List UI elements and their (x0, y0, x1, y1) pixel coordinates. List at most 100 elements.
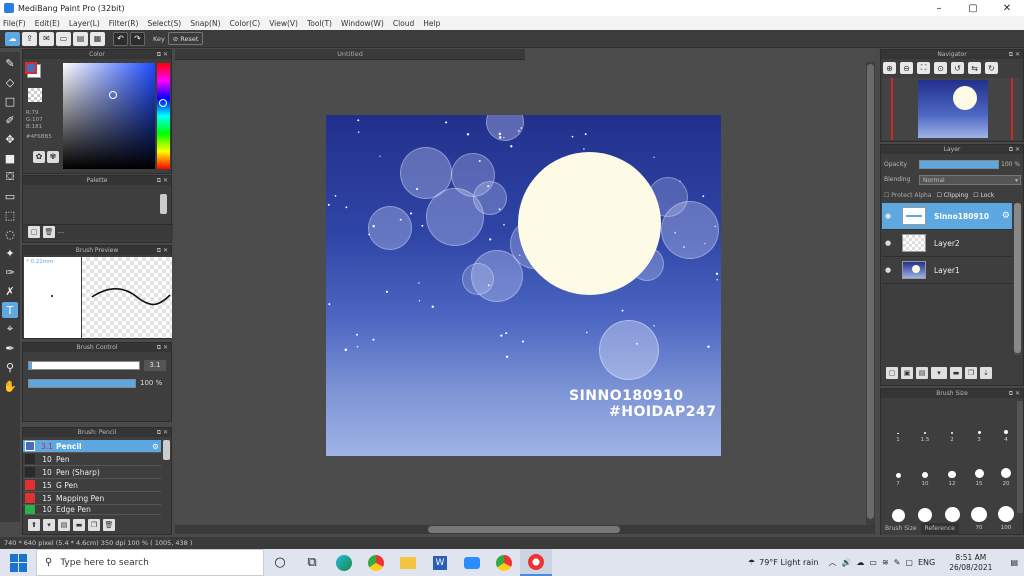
comment-icon[interactable]: ✉ (39, 31, 54, 46)
brush-item-pen[interactable]: 10 Pen (23, 453, 161, 466)
menu-edit[interactable]: Edit(E) (35, 19, 60, 28)
notifications-icon[interactable]: ▤ (1010, 558, 1018, 567)
eraser-tool-icon[interactable]: ◇ (2, 74, 18, 90)
panel-close-icon[interactable]: ⧉ ✕ (157, 428, 168, 437)
protect-alpha-checkbox[interactable]: ☐ Protect Alpha (884, 192, 931, 199)
folder-icon[interactable]: ▬ (73, 519, 85, 531)
duplicate-layer-icon[interactable]: ❐ (965, 367, 977, 379)
canvas-horizontal-scroll-thumb[interactable] (428, 526, 620, 533)
brush-item-pencil[interactable]: 3.1 Pencil ⚙ (23, 440, 161, 453)
new-halftone-layer-icon[interactable]: ▣ (901, 367, 913, 379)
rotate-right-icon[interactable]: ↻ (985, 62, 998, 74)
menu-file[interactable]: File(F) (3, 19, 26, 28)
reset-button[interactable]: ⊘ Reset (167, 32, 204, 45)
menu-filter[interactable]: Filter(R) (109, 19, 139, 28)
artwork-canvas[interactable]: SINNO180910 #HOIDAP247 (326, 115, 721, 456)
new-8bit-layer-icon[interactable]: ▤ (916, 367, 928, 379)
close-button[interactable]: ✕ (990, 0, 1024, 16)
menu-color[interactable]: Color(C) (230, 19, 261, 28)
panel-close-icon[interactable]: ⧉ ✕ (1009, 50, 1020, 59)
zoom-icon[interactable] (456, 549, 488, 576)
gear-icon[interactable]: ⚙ (1002, 211, 1010, 221)
layer-opacity-slider[interactable] (919, 160, 999, 169)
clock[interactable]: 8:51 AM 26/08/2021 (949, 553, 992, 573)
bucket-tool-icon[interactable]: ⛋ (2, 169, 18, 185)
menu-tool[interactable]: Tool(T) (307, 19, 332, 28)
panel-close-icon[interactable]: ⧉ ✕ (157, 343, 168, 352)
dot-tool-icon[interactable]: ✐ (2, 112, 18, 128)
rotate-left-icon[interactable]: ↺ (951, 62, 964, 74)
palette-scroll-thumb[interactable] (160, 194, 167, 214)
brush-size-cell[interactable]: 20 (993, 445, 1019, 489)
cloud-icon[interactable]: ☁ (5, 31, 20, 46)
delete-brush-icon[interactable]: 🗑 (103, 519, 115, 531)
folder-icon[interactable]: ▬ (950, 367, 962, 379)
medibang-icon[interactable] (520, 549, 552, 576)
panel-close-icon[interactable]: ⧉ ✕ (157, 50, 168, 59)
brush-size-value[interactable]: 3.1 (144, 360, 166, 371)
taskbar-search[interactable]: ⚲ Type here to search (36, 549, 264, 576)
eye-icon[interactable]: ● (882, 212, 894, 220)
menu-help[interactable]: Help (423, 19, 440, 28)
chevron-up-icon[interactable]: ︿ (828, 557, 836, 568)
text-tool-icon[interactable]: T (2, 302, 18, 318)
new-layer-icon[interactable]: ▢ (886, 367, 898, 379)
brush-item-pen-sharp[interactable]: 10 Pen (Sharp) (23, 466, 161, 479)
fill-rect-tool-icon[interactable]: ■ (2, 150, 18, 166)
maximize-button[interactable]: ▢ (956, 0, 990, 16)
brush-size-cell[interactable]: 3 (966, 401, 992, 445)
eyedropper-tool-icon[interactable]: ⚲ (2, 359, 18, 375)
explorer-icon[interactable] (392, 549, 424, 576)
brush-size-cell[interactable]: 1 (885, 401, 911, 445)
layer-scrollbar[interactable] (1014, 203, 1021, 355)
add-palette-icon[interactable]: ▢ (28, 226, 40, 238)
tab-brush-size[interactable]: Brush Size (881, 523, 921, 535)
menu-window[interactable]: Window(W) (341, 19, 384, 28)
layout-icon[interactable]: ▤ (73, 31, 88, 46)
task-view-icon[interactable]: ⧉ (296, 549, 328, 576)
minimize-button[interactable]: – (922, 0, 956, 16)
color-saturation-area[interactable] (63, 63, 155, 169)
hand-tool-icon[interactable]: ✋ (2, 378, 18, 394)
menu-view[interactable]: View(V) (269, 19, 298, 28)
volume-icon[interactable]: 🔊 (841, 558, 851, 567)
canvas-vertical-scroll-thumb[interactable] (867, 64, 874, 519)
select-pen-icon[interactable]: ✑ (2, 264, 18, 280)
menu-cloud[interactable]: Cloud (393, 19, 414, 28)
brush-list-scroll-thumb[interactable] (163, 440, 170, 460)
menu-snap[interactable]: Snap(N) (190, 19, 220, 28)
layer-row-layer2[interactable]: ● Layer2 (882, 230, 1012, 257)
brush-item-edge-pen[interactable]: 10 Edge Pen (23, 505, 161, 515)
hue-slider-handle[interactable] (159, 99, 167, 107)
blending-select[interactable]: Normal ▾ (919, 175, 1021, 185)
language-indicator[interactable]: ENG (918, 558, 935, 567)
grid-icon[interactable]: ▦ (90, 31, 105, 46)
undo-icon[interactable]: ↶ (113, 31, 128, 46)
delete-palette-icon[interactable]: 🗑 (43, 226, 55, 238)
gear-icon[interactable]: ⚙ (152, 442, 159, 451)
brush-size-cell[interactable]: 12 (939, 445, 965, 489)
cortana-icon[interactable]: ○ (264, 549, 296, 576)
shape-tool-icon[interactable]: □ (2, 93, 18, 109)
window-icon[interactable]: ▭ (56, 31, 71, 46)
eye-icon[interactable]: ● (882, 266, 894, 274)
pen-tool-icon[interactable]: ✒ (2, 340, 18, 356)
chrome-icon[interactable] (360, 549, 392, 576)
layer-row-layer1[interactable]: ● Layer1 (882, 257, 1012, 284)
copy-brush-icon[interactable]: ▤ (58, 519, 70, 531)
select-tool-icon[interactable]: ⬚ (2, 207, 18, 223)
share-icon[interactable]: ⇪ (22, 31, 37, 46)
brush-item-mapping-pen[interactable]: 15 Mapping Pen (23, 492, 161, 505)
move-tool-icon[interactable]: ✥ (2, 131, 18, 147)
word-icon[interactable]: W (424, 549, 456, 576)
lasso-tool-icon[interactable]: ◌ (2, 226, 18, 242)
zoom-in-icon[interactable]: ⊕ (883, 62, 896, 74)
brush-menu-icon[interactable]: ▾ (43, 519, 55, 531)
fit-icon[interactable]: ⛶ (917, 62, 930, 74)
document-tab[interactable]: Untitled (175, 49, 525, 60)
brush-size-cell[interactable]: 10 (912, 445, 938, 489)
tab-reference[interactable]: Reference (920, 523, 959, 535)
color-slider-icon[interactable]: ✾ (47, 151, 59, 163)
panel-close-icon[interactable]: ⧉ ✕ (157, 246, 168, 255)
brush-size-scrollbar[interactable] (1017, 401, 1023, 513)
